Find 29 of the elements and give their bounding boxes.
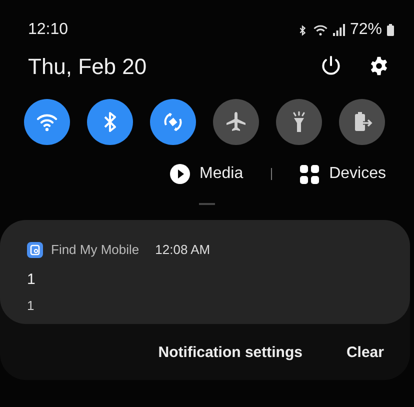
airplane-icon	[224, 110, 248, 134]
date: Thu, Feb 20	[28, 52, 147, 80]
signal-icon	[332, 24, 345, 36]
clock: 12:10	[28, 20, 68, 40]
wifi-toggle[interactable]	[24, 99, 70, 145]
media-button[interactable]: Media	[170, 162, 244, 186]
grid-icon	[300, 164, 320, 184]
clear-button[interactable]: Clear	[346, 342, 384, 364]
battery-share-toggle[interactable]	[339, 99, 385, 145]
wifi-icon	[312, 24, 328, 36]
notification-time: 12:08 AM	[155, 241, 210, 259]
notification-text: 1	[27, 297, 36, 315]
notification-settings-button[interactable]: Notification settings	[158, 342, 302, 364]
airplane-toggle[interactable]	[213, 99, 259, 145]
app-name: Find My Mobile	[51, 241, 140, 259]
rotate-toggle[interactable]	[150, 99, 196, 145]
play-icon	[170, 164, 190, 184]
settings-icon[interactable]	[369, 56, 389, 76]
drag-handle[interactable]	[199, 203, 215, 205]
rotate-icon	[161, 110, 185, 134]
app-icon	[27, 242, 43, 258]
battery-icon	[387, 24, 394, 36]
notification-title: 1	[27, 270, 36, 290]
bluetooth-toggle[interactable]	[87, 99, 133, 145]
devices-button[interactable]: Devices	[300, 162, 386, 186]
power-icon[interactable]	[320, 55, 342, 77]
flashlight-toggle[interactable]	[276, 99, 322, 145]
notification-card[interactable]: Find My Mobile 12:08 AM 1 1	[0, 220, 410, 324]
battery-percentage: 72%	[350, 20, 382, 40]
